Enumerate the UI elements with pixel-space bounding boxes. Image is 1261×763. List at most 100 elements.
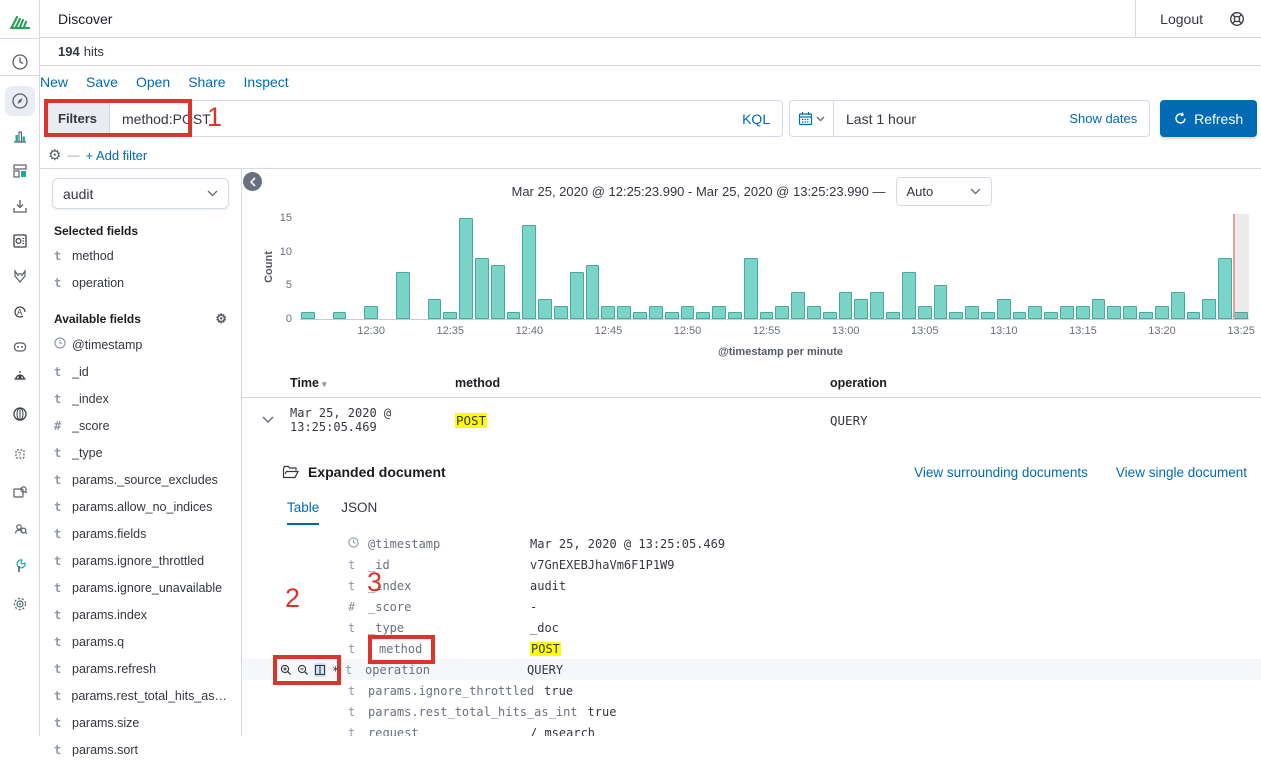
chart-bucket-12:49[interactable] [664,218,680,319]
histogram-bar[interactable] [965,306,979,319]
rail-item-download[interactable] [0,192,40,222]
rail-item-globe-gear[interactable] [0,400,40,430]
histogram-bar[interactable] [428,299,442,319]
histogram-bar[interactable] [554,306,568,319]
histogram-bar[interactable] [1187,312,1201,319]
histogram-bar[interactable] [1076,306,1090,319]
column-header-method[interactable]: method [455,376,830,390]
chart-bucket-12:48[interactable] [648,218,664,319]
rail-item-dashboard[interactable] [0,157,40,187]
histogram-bar[interactable] [665,312,679,319]
chart-bucket-12:54[interactable] [743,218,759,319]
chart-bucket-12:41[interactable] [537,218,553,319]
chart-bucket-13:24[interactable] [1217,218,1233,319]
histogram-bar[interactable] [744,258,758,319]
add-filter-button[interactable]: + Add filter [85,148,147,163]
filter-out-value-icon[interactable] [297,663,309,677]
field-item-_score[interactable]: #_score [52,412,229,439]
field-item-@timestamp[interactable]: @timestamp [52,331,229,358]
chart-bucket-12:42[interactable] [553,218,569,319]
field-item-params.ignore_throttled[interactable]: tparams.ignore_throttled [52,547,229,574]
chart-bucket-12:32[interactable] [395,218,411,319]
histogram-bar[interactable] [997,299,1011,319]
document-field-row-request[interactable]: trequest/_msearch [242,722,1261,736]
chart-bucket-13:20[interactable] [1154,218,1170,319]
histogram-bar[interactable] [728,312,742,319]
document-field-row-params.ignore_throttled[interactable]: tparams.ignore_throttledtrue [242,680,1261,701]
chart-plot-area[interactable] [300,218,1249,320]
rail-item-auto-swirl[interactable]: A [0,298,40,328]
field-item-method[interactable]: tmethod [52,242,229,269]
filters-button[interactable]: Filters [46,101,110,136]
toolbar-link-save[interactable]: Save [86,74,118,90]
histogram-bar[interactable] [491,265,505,319]
collapse-sidebar-button[interactable] [243,172,262,191]
chart-bucket-13:03[interactable] [885,218,901,319]
histogram-bar[interactable] [1171,292,1185,319]
chart-bucket-13:17[interactable] [1106,218,1122,319]
document-field-row-method[interactable]: tmethodPOST [242,638,1261,659]
time-range-field[interactable]: Last 1 hour Show dates [833,100,1150,137]
show-dates-button[interactable]: Show dates [1069,111,1137,126]
chart-bucket-13:01[interactable] [853,218,869,319]
histogram-bar[interactable] [1044,312,1058,319]
document-field-row-operation[interactable]: *toperationQUERY [242,659,1261,680]
chart-bucket-12:52[interactable] [711,218,727,319]
histogram-bar[interactable] [696,312,710,319]
index-pattern-select[interactable]: audit [52,178,229,209]
chart-bucket-13:10[interactable] [996,218,1012,319]
histogram-bar[interactable] [364,306,378,319]
histogram-bar[interactable] [538,299,552,319]
histogram-bar[interactable] [791,292,805,319]
chart-bucket-13:11[interactable] [1012,218,1028,319]
filter-settings-gear-icon[interactable]: ⚙ [48,146,61,164]
chart-bucket-12:33[interactable] [411,218,427,319]
document-field-row-_id[interactable]: t_idv7GnEXEBJhaVm6F1P1W9 [242,554,1261,575]
chart-bucket-13:14[interactable] [1059,218,1075,319]
chart-bucket-13:15[interactable] [1075,218,1091,319]
chart-bucket-12:29[interactable] [347,218,363,319]
histogram-bar[interactable] [570,272,584,319]
chart-bucket-12:55[interactable] [759,218,775,319]
chart-bucket-12:30[interactable] [363,218,379,319]
histogram-bar[interactable] [760,312,774,319]
chart-bucket-13:21[interactable] [1170,218,1186,319]
kql-language-button[interactable]: KQL [742,111,782,127]
histogram-bar[interactable] [333,312,347,319]
histogram-bar[interactable] [1013,312,1027,319]
logout-button[interactable]: Logout [1135,0,1229,37]
document-field-row-_index[interactable]: t_indexaudit [242,575,1261,596]
histogram-bar[interactable] [1155,306,1169,319]
tab-json[interactable]: JSON [341,500,377,525]
field-item-params.ignore_unavailable[interactable]: tparams.ignore_unavailable [52,574,229,601]
field-item-params._source_excludes[interactable]: tparams._source_excludes [52,466,229,493]
rail-item-wrench[interactable] [0,552,40,582]
rail-item-clock[interactable] [0,48,40,78]
document-field-row-params.rest_total_hits_as_int[interactable]: tparams.rest_total_hits_as_inttrue [242,701,1261,722]
chart-bucket-12:38[interactable] [490,218,506,319]
histogram-chart[interactable]: Count 051015 12:3012:3512:4012:4512:5012… [300,218,1249,320]
histogram-bar[interactable] [601,306,615,319]
field-item-operation[interactable]: toperation [52,269,229,296]
chart-bucket-12:51[interactable] [695,218,711,319]
chart-bucket-12:58[interactable] [806,218,822,319]
chart-bucket-13:06[interactable] [933,218,949,319]
tab-table[interactable]: Table [287,500,319,525]
histogram-bar[interactable] [981,312,995,319]
chart-bucket-12:31[interactable] [379,218,395,319]
rail-item-bar-chart[interactable] [0,122,40,152]
histogram-bar[interactable] [522,225,536,319]
field-settings-gear-icon[interactable]: ⚙ [215,311,227,327]
histogram-bar[interactable] [649,306,663,319]
toolbar-link-open[interactable]: Open [136,74,170,90]
histogram-bar[interactable] [1218,258,1232,319]
filter-for-value-icon[interactable] [280,663,292,677]
document-field-row-_score[interactable]: #_score - [242,596,1261,617]
document-field-row-@timestamp[interactable]: @timestampMar 25, 2020 @ 13:25:05.469 [242,533,1261,554]
histogram-bar[interactable] [507,312,521,319]
expand-row-chevron-icon[interactable] [262,416,290,424]
chart-bucket-12:45[interactable] [600,218,616,319]
histogram-bar[interactable] [1139,312,1153,319]
histogram-bar[interactable] [1060,306,1074,319]
histogram-bar[interactable] [301,312,315,319]
